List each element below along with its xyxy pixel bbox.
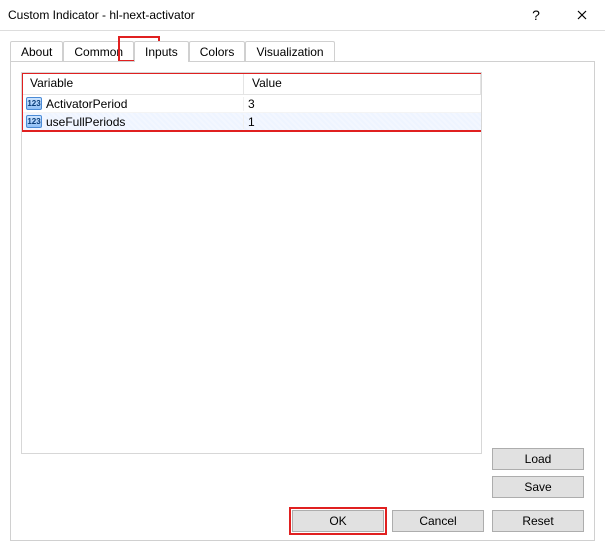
variable-name: ActivatorPeriod xyxy=(46,97,127,111)
cell-value[interactable]: 3 xyxy=(244,97,481,111)
window-title: Custom Indicator - hl-next-activator xyxy=(8,8,513,22)
ok-wrap: OK xyxy=(292,510,384,532)
tab-strip: About Common Inputs Colors Visualization xyxy=(10,39,595,61)
table-header-row: Variable Value xyxy=(22,73,481,95)
cancel-button[interactable]: Cancel xyxy=(392,510,484,532)
int-type-icon: 123 xyxy=(26,115,42,128)
titlebar-divider xyxy=(0,30,605,31)
variable-name: useFullPeriods xyxy=(46,115,125,129)
cell-variable: 123 useFullPeriods xyxy=(22,115,244,129)
reset-button[interactable]: Reset xyxy=(492,510,584,532)
tab-label: Visualization xyxy=(256,45,323,59)
tab-visualization[interactable]: Visualization xyxy=(245,41,334,62)
close-icon xyxy=(577,10,587,20)
close-button[interactable] xyxy=(559,0,605,30)
inputs-table: Variable Value 123 ActivatorPeriod 3 123… xyxy=(21,72,482,454)
load-button[interactable]: Load xyxy=(492,448,584,470)
dialog-button-row: OK Cancel Reset xyxy=(292,510,584,532)
load-save-column: Load Save xyxy=(492,448,584,498)
int-type-icon: 123 xyxy=(26,97,42,110)
save-button[interactable]: Save xyxy=(492,476,584,498)
tab-about[interactable]: About xyxy=(10,41,63,62)
titlebar: Custom Indicator - hl-next-activator ? xyxy=(0,0,605,30)
help-button[interactable]: ? xyxy=(513,0,559,30)
ok-button[interactable]: OK xyxy=(292,510,384,532)
variable-value: 1 xyxy=(248,115,255,129)
tab-inputs[interactable]: Inputs xyxy=(134,41,189,62)
column-header-variable[interactable]: Variable xyxy=(22,73,244,94)
tab-label: About xyxy=(21,45,52,59)
tab-label: Colors xyxy=(200,45,235,59)
tab-colors[interactable]: Colors xyxy=(189,41,246,62)
tab-label: Common xyxy=(74,45,123,59)
tab-label: Inputs xyxy=(145,45,178,59)
table-row[interactable]: 123 useFullPeriods 1 xyxy=(22,113,481,131)
tab-panel: Variable Value 123 ActivatorPeriod 3 123… xyxy=(10,61,595,541)
cell-variable: 123 ActivatorPeriod xyxy=(22,97,244,111)
cell-value[interactable]: 1 xyxy=(244,115,481,129)
help-icon: ? xyxy=(532,7,540,23)
variable-value: 3 xyxy=(248,97,255,111)
tab-common[interactable]: Common xyxy=(63,41,134,62)
dialog-content: About Common Inputs Colors Visualization… xyxy=(0,33,605,541)
column-header-value[interactable]: Value xyxy=(244,73,481,94)
table-row[interactable]: 123 ActivatorPeriod 3 xyxy=(22,95,481,113)
